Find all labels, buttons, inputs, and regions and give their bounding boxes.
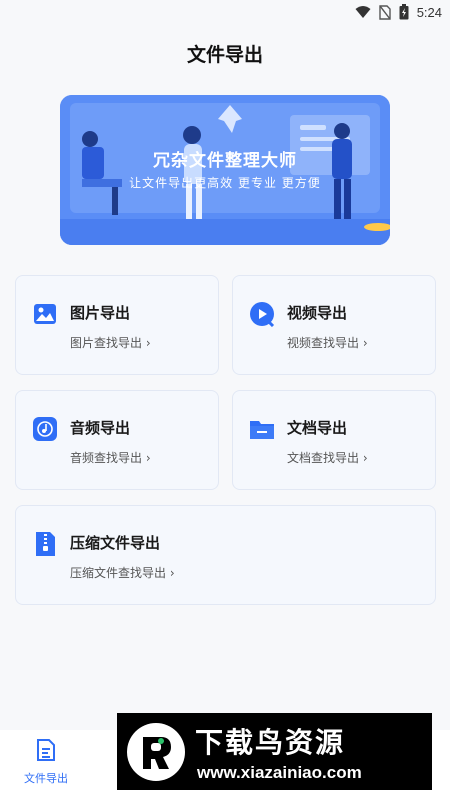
- audio-export-card[interactable]: 音频导出 音频查找导出 ›: [15, 390, 219, 490]
- document-export-card[interactable]: 文档导出 文档查找导出 ›: [232, 390, 436, 490]
- zip-file-icon: [36, 532, 55, 556]
- image-export-subtitle: 图片查找导出 ›: [70, 336, 151, 350]
- watermark-url: www.xiazainiao.com: [197, 763, 362, 782]
- image-export-title: 图片导出: [70, 304, 131, 322]
- video-export-title: 视频导出: [287, 304, 348, 322]
- wifi-icon: [355, 6, 371, 18]
- video-play-icon: [250, 302, 275, 327]
- no-sim-icon: [378, 4, 391, 20]
- bird-logo-icon: [127, 723, 185, 781]
- music-note-icon: [33, 417, 57, 441]
- page-title: 文件导出: [186, 44, 263, 66]
- tab-file-export-label: 文件导出: [24, 772, 68, 785]
- watermark-title: 下载鸟资源: [195, 726, 346, 759]
- tab-file-export[interactable]: 文件导出: [11, 738, 81, 786]
- folder-icon: [250, 421, 274, 439]
- video-export-card[interactable]: 视频导出 视频查找导出 ›: [232, 275, 436, 375]
- archive-export-card[interactable]: 压缩文件导出 压缩文件查找导出 ›: [15, 505, 436, 605]
- document-export-title: 文档导出: [287, 419, 348, 437]
- archive-export-subtitle: 压缩文件查找导出 ›: [70, 566, 175, 580]
- image-export-card[interactable]: 图片导出 图片查找导出 ›: [15, 275, 219, 375]
- banner-title: 冗杂文件整理大师: [153, 151, 297, 171]
- watermark-overlay: 下载鸟资源 www.xiazainiao.com: [117, 713, 432, 790]
- file-export-icon: [37, 739, 55, 761]
- status-bar: 5:24: [0, 0, 450, 26]
- status-time: 5:24: [416, 4, 442, 20]
- document-export-subtitle: 文档查找导出 ›: [287, 451, 368, 465]
- image-icon: [34, 304, 56, 324]
- video-export-subtitle: 视频查找导出 ›: [287, 336, 368, 350]
- archive-export-title: 压缩文件导出: [70, 534, 161, 552]
- audio-export-title: 音频导出: [70, 419, 131, 437]
- banner-subtitle: 让文件导出更高效 更专业 更方便: [129, 176, 321, 190]
- audio-export-subtitle: 音频查找导出 ›: [70, 451, 151, 465]
- battery-icon: [399, 4, 409, 20]
